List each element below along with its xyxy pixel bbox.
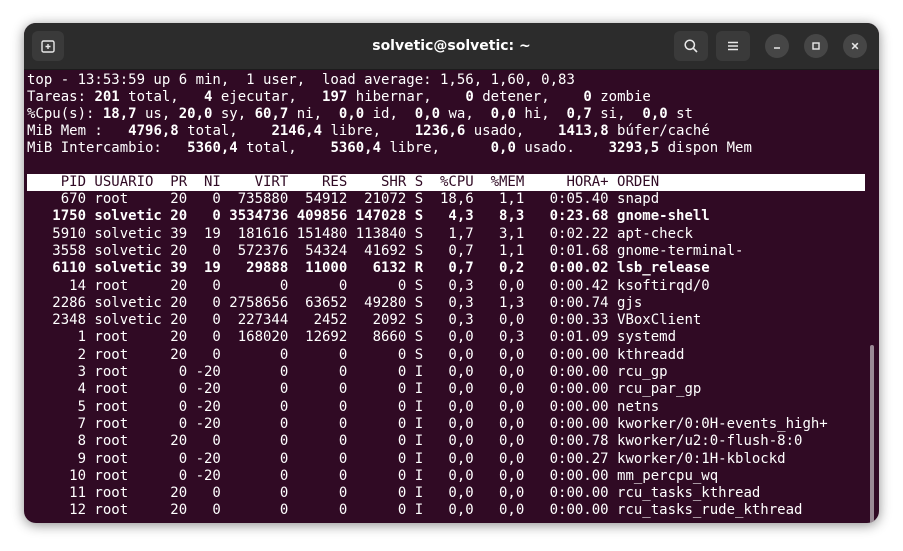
summary-segment: 0,0: [642, 106, 668, 122]
process-row: 14 root 20 0 0 0 0 S 0,3 0,0 0:00.42 kso…: [27, 277, 710, 294]
summary-segment: ni,: [288, 106, 339, 122]
summary-uptime-line: top - 13:53:59 up 6 min, 1 user, load av…: [27, 72, 575, 88]
process-row: 7 root 0 -20 0 0 0 I 0,0 0,0 0:00.00 kwo…: [27, 415, 828, 432]
summary-segment: libre,: [322, 123, 415, 139]
summary-cpu-line: %Cpu(s): 18,7 us, 20,0 sy, 60,7 ni, 0,0 …: [27, 106, 693, 123]
close-icon: [851, 42, 859, 50]
summary-segment: zombie: [591, 89, 651, 105]
scrollbar[interactable]: [870, 345, 874, 523]
summary-segment: total,: [237, 140, 331, 156]
maximize-button[interactable]: [804, 34, 828, 58]
process-row: 12 root 20 0 0 0 0 I 0,0 0,0 0:00.00 rcu…: [27, 502, 803, 519]
process-row: 11 root 20 0 0 0 0 I 0,0 0,0 0:00.00 rcu…: [27, 485, 761, 502]
terminal-window: solvetic@solvetic: ~ top - 13:53:59 up 6…: [24, 23, 879, 523]
summary-segment: búfer/caché: [608, 123, 710, 139]
table-header: PID USUARIO PR NI VIRT RES SHR S %CPU %M…: [27, 174, 660, 190]
summary-mem-line: MiB Mem : 4796,8 total, 2146,4 libre, 12…: [27, 123, 710, 140]
summary-segment: 0,0: [338, 106, 365, 122]
maximize-icon: [812, 42, 820, 50]
process-row: 8 root 20 0 0 0 0 I 0,0 0,0 0:00.78 kwor…: [27, 433, 803, 450]
summary-segment: 0: [465, 89, 474, 105]
search-icon: [684, 39, 698, 53]
process-row: 2348 solvetic 20 0 227344 2452 2092 S 0,…: [27, 312, 702, 329]
process-row: 2 root 20 0 0 0 0 S 0,0 0,0 0:00.00 kthr…: [27, 346, 685, 363]
process-row: 5 root 0 -20 0 0 0 I 0,0 0,0 0:00.00 net…: [27, 398, 660, 415]
close-button[interactable]: [843, 34, 867, 58]
summary-segment: sy,: [212, 106, 255, 122]
summary-segment: MiB Intercambio:: [27, 140, 188, 156]
summary-segment: hi,: [515, 106, 567, 122]
process-row: 3 root 0 -20 0 0 0 I 0,0 0,0 0:00.00 rcu…: [27, 364, 668, 380]
summary-segment: wa,: [440, 106, 491, 122]
summary-segment: 0,7: [566, 106, 592, 122]
summary-segment: 60,7: [254, 106, 289, 122]
summary-segment: 0,0: [414, 106, 441, 122]
process-row: 1 root 20 0 168020 12692 8660 S 0,0 0,3 …: [27, 329, 677, 346]
new-tab-icon: [41, 40, 55, 53]
process-row: 6110 solvetic 39 19 29888 11000 6132 R 0…: [27, 260, 710, 277]
summary-segment: 1413,8: [558, 123, 609, 139]
summary-segment: 20,0: [178, 106, 213, 122]
summary-segment: total,: [119, 89, 205, 105]
summary-swap-line: MiB Intercambio: 5360,4 total, 5360,4 li…: [27, 140, 752, 157]
summary-tasks-line: Tareas: 201 total, 4 ejecutar, 197 hiber…: [27, 89, 651, 106]
title-bar: solvetic@solvetic: ~: [24, 23, 879, 70]
summary-segment: st: [667, 106, 693, 122]
summary-segment: usado.: [515, 140, 609, 156]
summary-segment: 5360,4: [330, 140, 382, 156]
summary-segment: 197: [322, 89, 348, 105]
hamburger-menu-icon: [728, 41, 738, 51]
process-row: 670 root 20 0 735880 54912 21072 S 18,6 …: [27, 191, 660, 207]
summary-segment: hibernar,: [347, 89, 466, 105]
search-button[interactable]: [674, 31, 708, 61]
summary-segment: 3293,5: [608, 140, 660, 156]
summary-segment: detener,: [473, 89, 584, 105]
summary-segment: Tareas:: [27, 89, 95, 105]
summary-segment: 0: [583, 89, 592, 105]
summary-segment: MiB Mem :: [27, 123, 129, 139]
summary-segment: id,: [364, 106, 415, 122]
summary-segment: si,: [591, 106, 643, 122]
summary-segment: 4796,8: [128, 123, 179, 139]
summary-segment: 1236,6: [414, 123, 466, 139]
summary-segment: dispon Mem: [659, 140, 752, 156]
process-row: 9 root 0 -20 0 0 0 I 0,0 0,0 0:00.27 kwo…: [27, 450, 786, 467]
summary-segment: total,: [178, 123, 272, 139]
terminal-output[interactable]: top - 13:53:59 up 6 min, 1 user, load av…: [24, 70, 879, 523]
summary-segment: usado,: [465, 123, 559, 139]
process-row: 10 root 0 -20 0 0 0 I 0,0 0,0 0:00.00 mm…: [27, 467, 719, 484]
summary-segment: 2146,4: [271, 123, 323, 139]
minimize-button[interactable]: [765, 34, 789, 58]
summary-segment: 201: [94, 89, 120, 105]
process-row: 1750 solvetic 20 0 3534736 409856 147028…: [27, 208, 710, 225]
summary-segment: 5360,4: [187, 140, 238, 156]
summary-segment: 18,7: [102, 106, 137, 122]
summary-segment: ejecutar,: [212, 89, 323, 105]
summary-segment: 0,0: [490, 106, 516, 122]
summary-segment: libre,: [381, 140, 491, 156]
process-row: 5910 solvetic 39 19 181616 151480 113840…: [27, 225, 693, 242]
new-tab-button[interactable]: [32, 31, 64, 61]
window-title: solvetic@solvetic: ~: [372, 38, 531, 54]
summary-segment: %Cpu(s):: [27, 106, 103, 122]
process-row: 3558 solvetic 20 0 572376 54324 41692 S …: [27, 242, 744, 259]
process-row: 2286 solvetic 20 0 2758656 63652 49280 S…: [27, 294, 643, 311]
minimize-icon: [774, 47, 780, 49]
summary-segment: 0,0: [490, 140, 516, 156]
summary-segment: us,: [136, 106, 179, 122]
process-row: 4 root 0 -20 0 0 0 I 0,0 0,0 0:00.00 rcu…: [27, 381, 702, 398]
menu-button[interactable]: [716, 31, 750, 61]
